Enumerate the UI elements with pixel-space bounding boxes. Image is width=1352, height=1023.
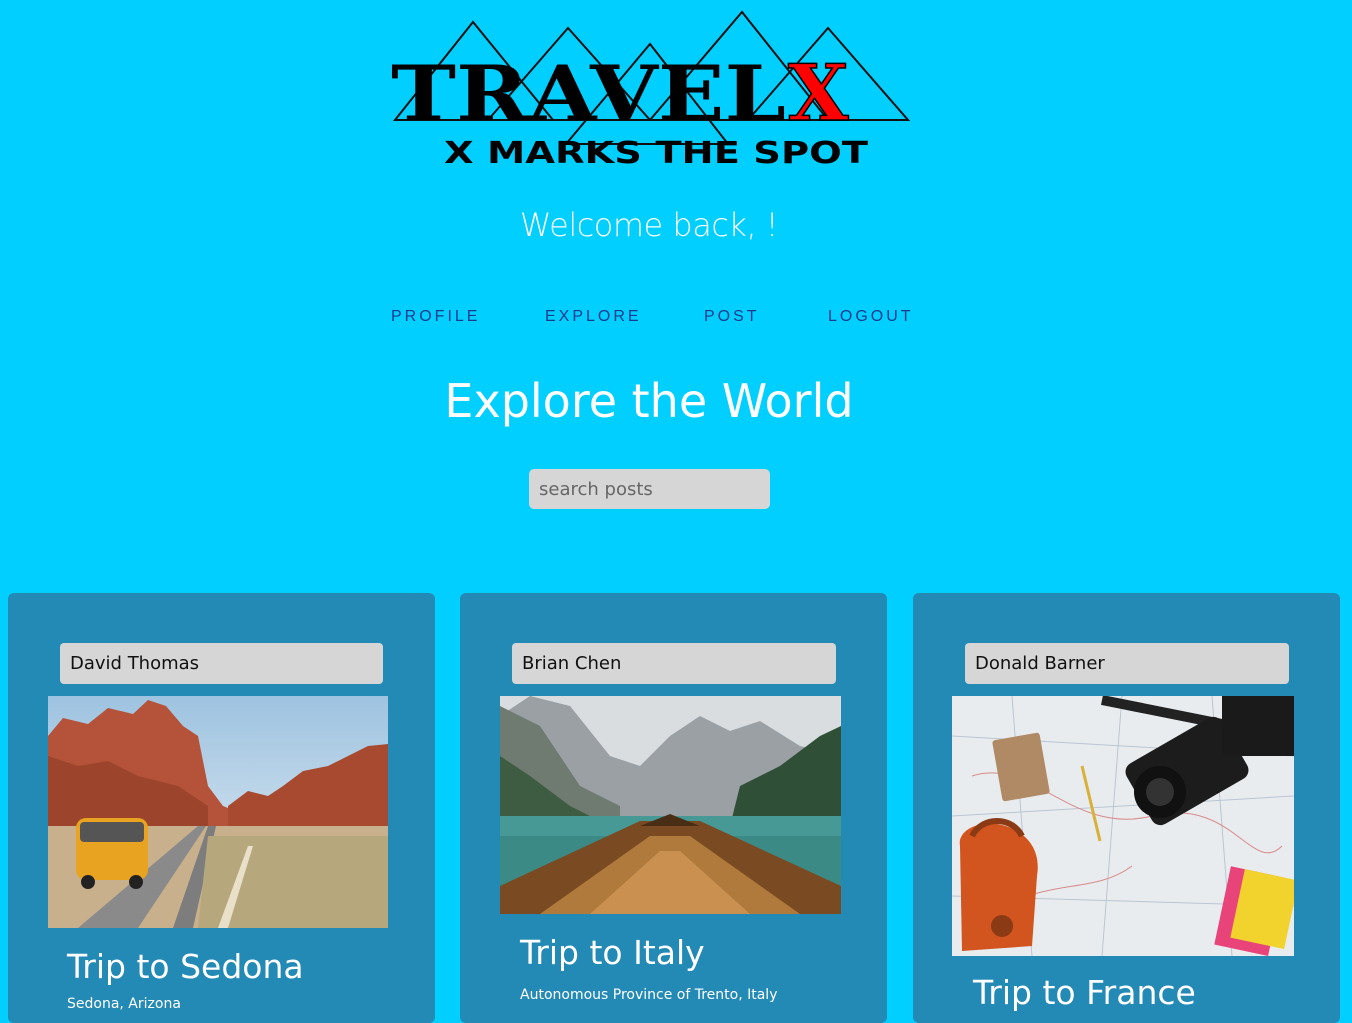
post-card[interactable]: David Thomas Trip to Sedona Sedona, Ariz… — [8, 593, 435, 1023]
post-title[interactable]: Trip to Italy — [520, 933, 705, 972]
main-nav: PROFILE EXPLORE POST LOGOUT — [0, 308, 1352, 332]
logo-tagline: X MARKS THE SPOT — [444, 136, 869, 171]
search-input[interactable] — [529, 469, 770, 509]
post-card[interactable]: Brian Chen Trip to Italy Autonomous Prov… — [460, 593, 887, 1023]
logo-x-mark: X — [788, 48, 849, 139]
nav-explore-link[interactable]: EXPLORE — [545, 308, 642, 326]
post-author: David Thomas — [60, 643, 383, 684]
post-photo — [500, 696, 841, 914]
travelx-logo: TRAVEL X X MARKS THE SPOT — [388, 8, 910, 178]
post-photo — [48, 696, 388, 928]
welcome-message: Welcome back, ! — [519, 206, 779, 244]
post-title[interactable]: Trip to Sedona — [67, 947, 304, 986]
post-card[interactable]: Donald Barner Trip to France — [913, 593, 1340, 1023]
nav-post-link[interactable]: POST — [704, 308, 760, 326]
logo-wordmark: TRAVEL — [391, 49, 786, 138]
nav-profile-link[interactable]: PROFILE — [391, 308, 480, 326]
post-title[interactable]: Trip to France — [973, 973, 1196, 1012]
post-author: Brian Chen — [512, 643, 836, 684]
post-location: Autonomous Province of Trento, Italy — [520, 987, 778, 1003]
post-author: Donald Barner — [965, 643, 1289, 684]
post-photo — [952, 696, 1294, 956]
logo-graphic: TRAVEL X X MARKS THE SPOT — [391, 10, 910, 171]
nav-logout-link[interactable]: LOGOUT — [828, 308, 914, 326]
page-title: Explore the World — [444, 374, 854, 428]
